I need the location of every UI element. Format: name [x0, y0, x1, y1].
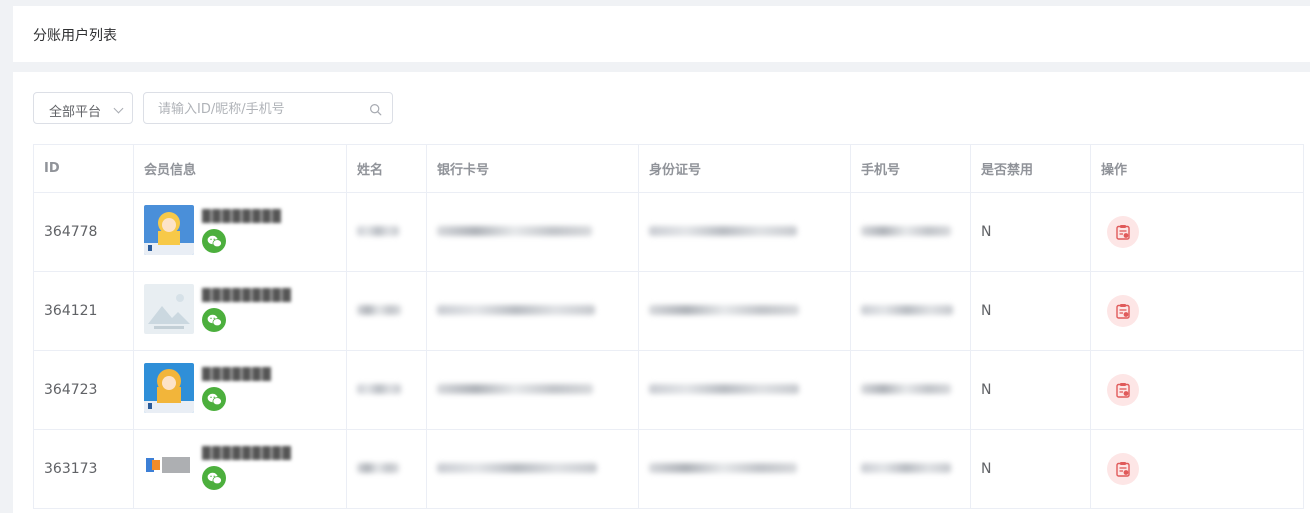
platform-select-value: 全部平台 — [49, 105, 102, 120]
column-header-actions[interactable]: 操作 — [1090, 144, 1304, 193]
cell-disabled: N — [970, 271, 1091, 351]
table-row[interactable]: 364121 ▉▉▉▉▉▉▉▉▉ N — [33, 271, 1304, 351]
clipboard-check-icon — [1116, 383, 1130, 398]
avatar-placeholder — [144, 284, 194, 334]
cell-id: 364778 — [33, 192, 134, 272]
column-header-member-info[interactable]: 会员信息 — [133, 144, 347, 193]
platform-select[interactable]: 全部平台 — [33, 92, 133, 124]
audit-action-button[interactable] — [1107, 216, 1139, 248]
cell-disabled: N — [970, 350, 1091, 430]
audit-action-button[interactable] — [1107, 453, 1139, 485]
cell-name — [346, 350, 427, 430]
clipboard-check-icon — [1116, 462, 1130, 477]
wechat-icon — [202, 466, 226, 490]
column-header-bank-card[interactable]: 银行卡号 — [426, 144, 639, 193]
cell-phone — [850, 429, 971, 509]
avatar — [144, 442, 194, 492]
audit-action-button[interactable] — [1107, 374, 1139, 406]
table-header-row: ID 会员信息 姓名 银行卡号 身份证号 手机号 是否禁用 操作 — [33, 144, 1304, 193]
cell-id: 363173 — [33, 429, 134, 509]
audit-action-button[interactable] — [1107, 295, 1139, 327]
search-box[interactable] — [143, 92, 393, 124]
column-header-disabled[interactable]: 是否禁用 — [970, 144, 1091, 193]
avatar — [144, 205, 194, 255]
nickname-blurred: ▉▉▉▉▉▉▉▉ — [202, 209, 282, 223]
member-info: ▉▉▉▉▉▉▉▉▉ — [144, 430, 336, 508]
page-header: 分账用户列表 — [13, 6, 1310, 62]
cell-bank-card — [426, 192, 639, 272]
clipboard-check-icon — [1116, 304, 1130, 319]
wechat-icon — [202, 229, 226, 253]
wechat-icon — [202, 308, 226, 332]
member-info: ▉▉▉▉▉▉▉ — [144, 351, 336, 429]
cell-id-card — [638, 271, 851, 351]
member-info: ▉▉▉▉▉▉▉▉ — [144, 193, 336, 271]
cell-bank-card — [426, 429, 639, 509]
cell-phone — [850, 350, 971, 430]
column-header-phone[interactable]: 手机号 — [850, 144, 971, 193]
column-header-name[interactable]: 姓名 — [346, 144, 427, 193]
cell-id: 364723 — [33, 350, 134, 430]
nickname-blurred: ▉▉▉▉▉▉▉▉▉ — [202, 288, 292, 302]
table-row[interactable]: 364723 ▉▉▉▉▉▉▉ N — [33, 350, 1304, 430]
table-row[interactable]: 363173 ▉▉▉▉▉▉▉▉▉ N — [33, 429, 1304, 509]
avatar — [144, 363, 194, 413]
cell-phone — [850, 271, 971, 351]
search-icon[interactable] — [369, 103, 382, 116]
main-panel: 全部平台 ID 会员信息 姓名 银行卡号 身份证号 手机号 是否禁用 操作 — [13, 72, 1310, 513]
clipboard-check-icon — [1116, 225, 1130, 240]
cell-phone — [850, 192, 971, 272]
page-title: 分账用户列表 — [33, 28, 117, 44]
table-row[interactable]: 364778 ▉▉▉▉▉▉▉▉ N — [33, 192, 1304, 272]
cell-disabled: N — [970, 429, 1091, 509]
column-header-id[interactable]: ID — [33, 144, 134, 193]
cell-id-card — [638, 429, 851, 509]
cell-disabled: N — [970, 192, 1091, 272]
search-input[interactable] — [158, 99, 358, 119]
cell-name — [346, 271, 427, 351]
cell-name — [346, 429, 427, 509]
nickname-blurred: ▉▉▉▉▉▉▉▉▉ — [202, 446, 292, 460]
cell-bank-card — [426, 350, 639, 430]
wechat-icon — [202, 387, 226, 411]
user-table: ID 会员信息 姓名 银行卡号 身份证号 手机号 是否禁用 操作 364778 — [33, 144, 1304, 509]
member-info: ▉▉▉▉▉▉▉▉▉ — [144, 272, 336, 350]
cell-id-card — [638, 350, 851, 430]
cell-id-card — [638, 192, 851, 272]
chevron-down-icon — [113, 103, 124, 114]
cell-bank-card — [426, 271, 639, 351]
cell-name — [346, 192, 427, 272]
cell-id: 364121 — [33, 271, 134, 351]
column-header-id-card[interactable]: 身份证号 — [638, 144, 851, 193]
nickname-blurred: ▉▉▉▉▉▉▉ — [202, 367, 272, 381]
